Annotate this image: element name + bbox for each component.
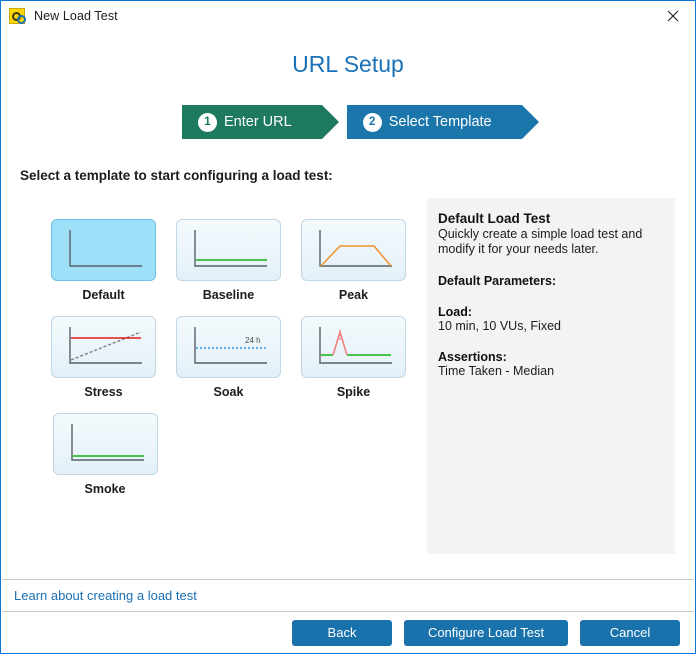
learn-about-load-test-link[interactable]: Learn about creating a load test (14, 588, 197, 603)
detail-title: Default Load Test (438, 211, 551, 226)
template-label: Spike (336, 385, 371, 399)
template-card-peak[interactable]: Peak (291, 219, 416, 302)
template-card-smoke[interactable]: Smoke (41, 413, 169, 496)
close-icon[interactable] (650, 1, 695, 30)
template-label: Default (82, 288, 125, 302)
page-title: URL Setup (292, 51, 404, 77)
baseline-thumbnail-icon (176, 219, 281, 281)
template-card-baseline[interactable]: Baseline (166, 219, 291, 302)
template-label: Stress (84, 385, 123, 399)
title-bar: New Load Test (1, 1, 695, 30)
template-card-default[interactable]: Default (41, 219, 166, 302)
template-label: Smoke (84, 482, 126, 496)
instruction-text: Select a template to start configuring a… (20, 168, 333, 183)
detail-load-heading: Load: (438, 305, 473, 319)
step-select-template[interactable]: 2 Select Template (346, 105, 539, 139)
detail-load-value: 10 min, 10 VUs, Fixed (438, 319, 561, 333)
wizard-stepper: 1 Enter URL 2 Select Template (182, 105, 539, 139)
step-number: 1 (198, 112, 217, 132)
window-title: New Load Test (34, 8, 118, 23)
template-row: Smoke (41, 413, 416, 510)
back-button[interactable]: Back (292, 619, 392, 646)
template-card-soak[interactable]: 24 h Soak (166, 316, 291, 399)
peak-thumbnail-icon (301, 219, 406, 281)
default-thumbnail-icon (51, 219, 156, 281)
template-card-spike[interactable]: Spike (291, 316, 416, 399)
template-detail-panel: Default Load Test Quickly create a simpl… (427, 198, 675, 554)
step-number: 2 (362, 112, 382, 132)
footer-divider (2, 579, 694, 580)
template-label: Soak (213, 385, 244, 399)
cancel-button[interactable]: Cancel (580, 619, 680, 646)
detail-description: Quickly create a simple load test and mo… (438, 227, 643, 256)
smoke-thumbnail-icon (52, 413, 158, 475)
detail-assertions-heading: Assertions: (438, 350, 507, 364)
footer-button-bar: Back Configure Load Test Cancel (2, 612, 694, 653)
step-label: Select Template (388, 114, 492, 130)
step-chevron-icon (321, 105, 339, 139)
configure-load-test-button[interactable]: Configure Load Test (404, 619, 568, 646)
step-chevron-icon (521, 105, 539, 139)
stress-thumbnail-icon (51, 316, 156, 378)
template-row: Default Baseline Peak (41, 219, 416, 316)
detail-assertions-value: Time Taken - Median (438, 364, 555, 378)
soak-thumbnail-icon: 24 h (176, 316, 281, 378)
new-load-test-dialog: New Load Test URL Setup 1 Enter URL 2 Se… (0, 0, 696, 654)
template-label: Peak (338, 288, 369, 302)
template-row: Stress 24 h Soak Spike (41, 316, 416, 413)
template-label: Baseline (202, 288, 255, 302)
app-icon (9, 7, 26, 24)
spike-thumbnail-icon (301, 316, 406, 378)
step-label: Enter URL (224, 114, 292, 130)
soak-annotation: 24 h (245, 336, 261, 345)
template-grid: Default Baseline Peak Stress 24 h Soak S… (41, 219, 416, 510)
step-enter-url[interactable]: 1 Enter URL (182, 105, 339, 139)
detail-parameters-heading: Default Parameters: (438, 274, 557, 288)
template-card-stress[interactable]: Stress (41, 316, 166, 399)
